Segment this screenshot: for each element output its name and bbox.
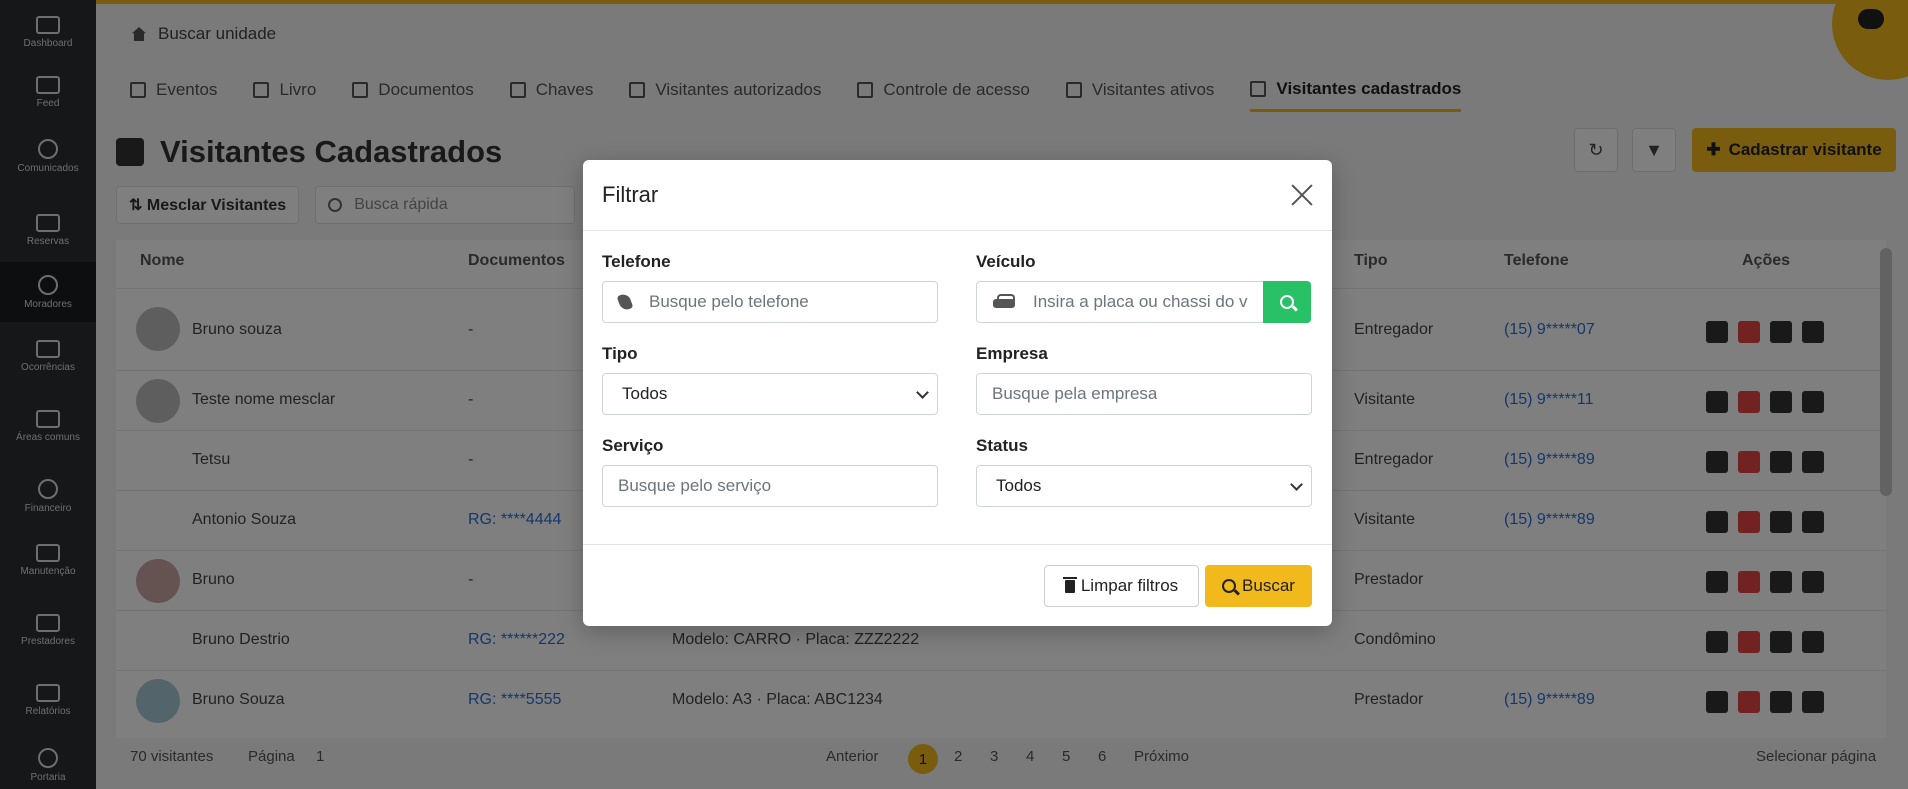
modal-title: Filtrar	[602, 182, 659, 207]
trash-icon	[1062, 576, 1077, 593]
empresa-field[interactable]: Busque pela empresa	[976, 373, 1312, 415]
status-label: Status	[976, 436, 1028, 455]
servico-label: Serviço	[602, 436, 664, 455]
chevron-down-icon	[1290, 478, 1303, 491]
search-icon	[1222, 579, 1237, 593]
close-icon[interactable]	[1290, 183, 1314, 207]
clear-filters-button[interactable]: Limpar filtros	[1044, 565, 1199, 607]
servico-field[interactable]: Busque pelo serviço	[602, 465, 938, 507]
telefone-field[interactable]: Busque pelo telefone	[602, 281, 938, 323]
chevron-down-icon	[916, 386, 929, 399]
phone-icon	[619, 294, 633, 310]
search-button[interactable]: Buscar	[1205, 565, 1312, 607]
car-icon	[993, 294, 1015, 310]
vehicle-search-button[interactable]	[1263, 281, 1311, 323]
modal-header: Filtrar	[583, 160, 1332, 231]
telefone-label: Telefone	[602, 252, 671, 271]
tipo-select[interactable]: Todos	[602, 373, 938, 415]
tipo-label: Tipo	[602, 344, 638, 363]
veiculo-label: Veículo	[976, 252, 1036, 271]
empresa-label: Empresa	[976, 344, 1048, 363]
modal-footer-divider	[583, 544, 1332, 545]
search-icon	[1280, 295, 1294, 309]
status-select[interactable]: Todos	[976, 465, 1312, 507]
veiculo-field[interactable]: Insira a placa ou chassi do v	[976, 281, 1264, 323]
